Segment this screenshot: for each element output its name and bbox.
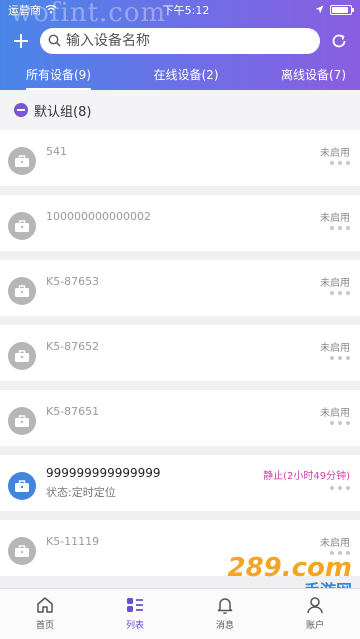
list-item[interactable]: 100000000000002 未启用 [0, 195, 360, 251]
device-status: 未启用 [320, 213, 350, 224]
device-name: K5-87651 [46, 405, 100, 418]
device-name: K5-11119 [46, 535, 100, 548]
tab-account-label: 账户 [305, 621, 324, 631]
device-status: 未启用 [320, 278, 350, 289]
collapse-icon[interactable] [14, 103, 28, 117]
list-item[interactable]: K5-87652 未启用 [0, 325, 360, 381]
home-icon [37, 597, 53, 613]
device-filter-tabs: 所有设备(9) 在线设备(2) 离线设备(7) [0, 62, 360, 90]
group-label: 默认组(8) [34, 104, 92, 120]
device-status: 未启用 [320, 148, 350, 159]
status-bar: 运营商 下午5:12 [0, 0, 360, 20]
wifi-icon [45, 4, 57, 17]
bell-icon [217, 598, 233, 614]
device-name: 541 [46, 145, 67, 158]
device-status: 静止(2小时49分钟) [263, 471, 350, 482]
briefcase-icon [8, 277, 36, 305]
group-header[interactable]: 默认组(8) [0, 90, 360, 130]
bottom-tab-bar: 首页 列表 消息 账户 [0, 588, 360, 639]
briefcase-icon [8, 212, 36, 240]
carrier-label: 运营商 [8, 4, 41, 17]
location-arrow-icon [315, 4, 324, 17]
briefcase-icon [8, 342, 36, 370]
more-icon[interactable] [330, 161, 350, 165]
more-icon[interactable] [330, 421, 350, 425]
briefcase-icon [8, 472, 36, 500]
battery-icon [329, 5, 354, 15]
user-icon [307, 597, 323, 614]
device-name: 999999999999999 [46, 466, 161, 480]
more-icon[interactable] [330, 226, 350, 230]
list-item[interactable]: 541 未启用 [0, 130, 360, 186]
search-icon [48, 32, 61, 51]
clock: 下午5:12 [162, 4, 210, 17]
briefcase-icon [8, 147, 36, 175]
tab-online-devices[interactable]: 在线设备(2) [154, 66, 219, 87]
list-item[interactable]: K5-11119 未启用 [0, 520, 360, 576]
device-substatus: 状态:定时定位 [46, 486, 116, 499]
device-list: 541 未启用 100000000000002 未启用 K5-87653 未启用… [0, 130, 360, 588]
search-box[interactable] [40, 28, 320, 54]
device-status: 未启用 [320, 538, 350, 549]
search-input[interactable] [66, 33, 312, 49]
tab-home-label: 首页 [35, 621, 54, 631]
header: wofint.com 运营商 下午5:12 所有 [0, 0, 360, 90]
tab-all-devices[interactable]: 所有设备(9) [26, 66, 91, 90]
device-name: K5-87652 [46, 340, 100, 353]
more-icon[interactable] [330, 291, 350, 295]
device-status: 未启用 [320, 343, 350, 354]
more-icon[interactable] [330, 486, 350, 490]
list-item[interactable]: 999999999999999 状态:定时定位 静止(2小时49分钟) [0, 455, 360, 511]
device-name: 100000000000002 [46, 210, 151, 223]
plus-icon [14, 34, 28, 48]
refresh-icon [332, 34, 346, 48]
device-status: 未启用 [320, 408, 350, 419]
list-icon [127, 598, 143, 612]
list-item[interactable]: K5-87653 未启用 [0, 260, 360, 316]
briefcase-icon [8, 407, 36, 435]
device-name: K5-87653 [46, 275, 100, 288]
tab-home[interactable]: 首页 [0, 589, 90, 639]
tab-account[interactable]: 账户 [270, 589, 360, 639]
more-icon[interactable] [330, 356, 350, 360]
search-row [0, 20, 360, 62]
briefcase-icon [8, 537, 36, 565]
tab-list[interactable]: 列表 [90, 589, 180, 639]
tab-offline-devices[interactable]: 离线设备(7) [281, 66, 346, 87]
tab-messages-label: 消息 [215, 621, 234, 631]
refresh-button[interactable] [328, 30, 350, 52]
add-device-button[interactable] [10, 30, 32, 52]
list-item[interactable]: K5-87651 未启用 [0, 390, 360, 446]
more-icon[interactable] [330, 551, 350, 555]
tab-list-label: 列表 [125, 621, 144, 631]
tab-messages[interactable]: 消息 [180, 589, 270, 639]
